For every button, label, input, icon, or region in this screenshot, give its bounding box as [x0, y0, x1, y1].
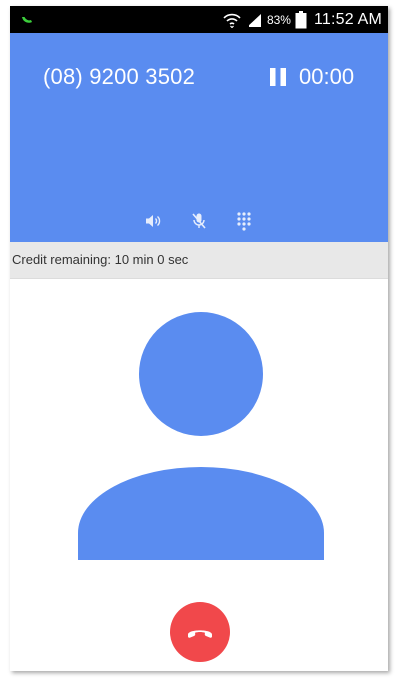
- speaker-button[interactable]: [142, 209, 166, 233]
- status-time: 11:52 AM: [313, 10, 382, 28]
- avatar-head: [139, 312, 263, 436]
- credit-bar: Credit remaining: 10 min 0 sec: [10, 242, 388, 279]
- dialpad-button[interactable]: [232, 209, 256, 233]
- status-bar: 83% 11:52 AM: [10, 6, 388, 33]
- caller-number: (08) 9200 3502: [43, 64, 196, 89]
- call-active-icon: [22, 17, 32, 23]
- phone-screen: 83% 11:52 AM (08) 9200 3502 00:00 Credit…: [10, 6, 388, 671]
- battery-icon: [295, 10, 307, 28]
- dialpad-icon: [237, 212, 251, 231]
- call-controls: [10, 209, 388, 233]
- speaker-icon: [146, 215, 161, 227]
- pause-icon: [270, 68, 286, 86]
- call-timer: 00:00: [299, 64, 355, 89]
- battery-percent: 83%: [266, 12, 291, 27]
- end-call-icon: [188, 630, 212, 638]
- status-right-group: 83% 11:52 AM: [223, 6, 382, 33]
- signal-icon: [246, 13, 261, 27]
- end-call-button[interactable]: [170, 602, 230, 662]
- mute-icon: [192, 213, 206, 229]
- call-header: (08) 9200 3502 00:00: [10, 33, 388, 242]
- credit-remaining-text: Credit remaining: 10 min 0 sec: [12, 252, 189, 267]
- mute-button[interactable]: [187, 209, 211, 233]
- contact-avatar: [78, 312, 324, 562]
- screenshot-frame: 83% 11:52 AM (08) 9200 3502 00:00 Credit…: [0, 0, 398, 681]
- hold-button[interactable]: [269, 64, 287, 90]
- wifi-icon: [223, 13, 241, 28]
- avatar-body: [78, 467, 324, 560]
